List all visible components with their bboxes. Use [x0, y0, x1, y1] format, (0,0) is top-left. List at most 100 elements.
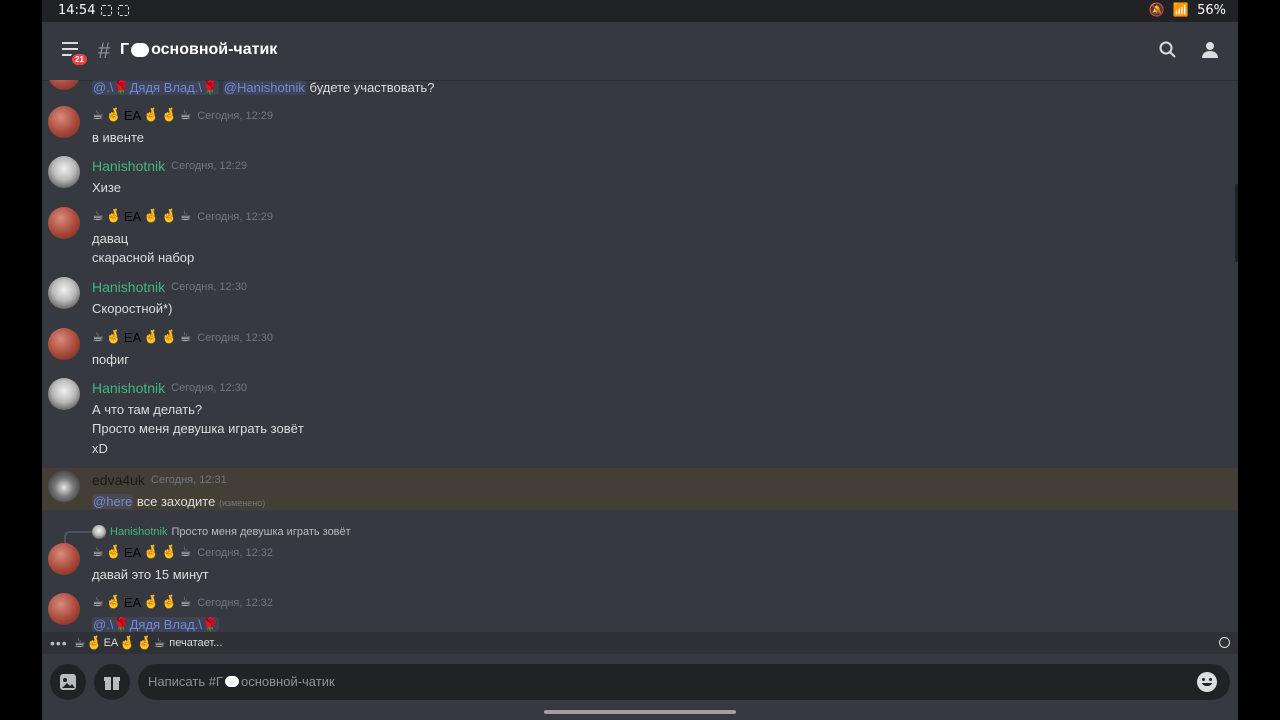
avatar[interactable] — [48, 106, 80, 138]
avatar[interactable] — [48, 156, 80, 188]
avatar[interactable] — [48, 328, 80, 360]
coffee-emoji-icon: ☕ — [73, 635, 86, 651]
fingers-crossed-emoji-icon: 🤞 — [143, 330, 160, 345]
message-text: будете участвовать? — [309, 80, 435, 95]
speech-bubble-icon — [131, 43, 150, 57]
wifi-icon: 📶 — [1172, 3, 1190, 18]
username[interactable]: Hanishotnik — [92, 158, 165, 174]
mention[interactable]: @.\🌹Дядя Влад.\🌹 — [92, 80, 220, 95]
channel-prefix: Г — [120, 41, 130, 58]
fingers-crossed-emoji-icon: 🤞 — [143, 209, 160, 224]
fingers-crossed-emoji-icon: 🤞 — [161, 330, 178, 345]
avatar[interactable] — [48, 80, 80, 90]
username-text: EA — [123, 330, 142, 345]
fingers-crossed-emoji-icon: 🤞 — [105, 595, 122, 610]
fingers-crossed-emoji-icon: 🤞 — [105, 545, 122, 560]
message-text: Просто меня девушка играть зовёт — [92, 421, 304, 436]
timestamp: Сегодня, 12:29 — [197, 109, 274, 122]
fingers-crossed-emoji-icon: 🤞 — [161, 108, 178, 123]
clock: 14:54 — [58, 3, 96, 18]
fingers-crossed-emoji-icon: 🤞 — [105, 108, 122, 123]
avatar[interactable] — [48, 207, 80, 239]
typing-username: ☕ 🤞 EA 🤞 🤞 ☕ — [74, 636, 166, 651]
emoji-picker-icon[interactable] — [1196, 671, 1218, 693]
mention[interactable]: @Hanishotnik — [222, 80, 306, 95]
avatar[interactable] — [48, 277, 80, 309]
channel-header: 21 # Г основной-чатик — [42, 22, 1238, 81]
mute-icon: 🔕 — [1148, 3, 1165, 18]
speech-bubble-icon — [224, 676, 239, 687]
search-icon[interactable] — [1158, 40, 1178, 60]
timestamp: Сегодня, 12:30 — [171, 382, 247, 394]
discord-app: 21 # Г основной-чатик @.\🌹Дядя Влад.\🌹 @… — [42, 22, 1238, 720]
avatar[interactable] — [48, 593, 80, 625]
fingers-crossed-emoji-icon: 🤞 — [105, 330, 122, 345]
message-text: все заходите — [136, 494, 216, 509]
coffee-emoji-icon: ☕ — [153, 635, 166, 651]
gift-button[interactable] — [94, 664, 130, 700]
username[interactable]: ☕ 🤞 EA 🤞 🤞 ☕ — [92, 209, 191, 224]
unread-badge: 21 — [70, 52, 89, 67]
typing-dots-icon: ••• — [50, 635, 68, 651]
username[interactable]: ☕ 🤞 EA 🤞 🤞 ☕ — [92, 595, 191, 610]
username[interactable]: ☕ 🤞 EA 🤞 🤞 ☕ — [92, 330, 191, 345]
channel-title[interactable]: Г основной-чатик — [120, 41, 277, 59]
fingers-crossed-emoji-icon: 🤞 — [143, 108, 160, 123]
slowmode-timer-icon[interactable] — [1219, 637, 1230, 648]
coffee-emoji-icon: ☕ — [92, 330, 104, 345]
username-text: EA — [123, 108, 142, 123]
reply-text: Просто меня девушка играть зовёт — [171, 526, 351, 538]
avatar[interactable] — [48, 543, 80, 575]
hamburger-icon — [62, 42, 78, 44]
home-indicator[interactable] — [544, 710, 736, 714]
username[interactable]: ☕ 🤞 EA 🤞 🤞 ☕ — [92, 108, 191, 123]
menu-button[interactable]: 21 — [62, 42, 89, 67]
coffee-emoji-icon: ☕ — [92, 595, 104, 610]
avatar — [92, 525, 106, 539]
screen-record-icon — [101, 5, 113, 16]
system-status-bar: 14:54 🔕 📶 56% — [42, 0, 1238, 22]
fingers-crossed-emoji-icon: 🤞 — [136, 635, 153, 651]
coffee-emoji-icon: ☕ — [179, 209, 192, 224]
username[interactable]: ☕ 🤞 EA 🤞 🤞 ☕ — [92, 545, 191, 560]
typing-indicator: ••• ☕ 🤞 EA 🤞 🤞 ☕ печатает... — [42, 632, 1238, 654]
coffee-emoji-icon: ☕ — [179, 545, 192, 560]
timestamp: Сегодня, 12:29 — [197, 210, 274, 223]
message-text: пофиг — [92, 352, 129, 367]
members-icon[interactable] — [1200, 40, 1220, 60]
username-text: EA — [123, 545, 142, 560]
placeholder-prefix: Написать #Г — [148, 674, 223, 689]
attach-image-button[interactable] — [50, 664, 86, 700]
username-text: EA — [123, 595, 142, 610]
coffee-emoji-icon: ☕ — [179, 595, 192, 610]
message-text: xD — [92, 441, 108, 456]
timestamp: Сегодня, 12:30 — [171, 281, 247, 293]
reply-reference[interactable]: Hanishotnik Просто меня девушка играть з… — [92, 525, 351, 539]
coffee-emoji-icon: ☕ — [92, 209, 104, 224]
battery-level: 56% — [1197, 3, 1226, 18]
scrollbar[interactable] — [1235, 184, 1238, 262]
username[interactable]: Hanishotnik — [92, 279, 165, 295]
gift-icon — [104, 677, 120, 690]
mention[interactable]: @.\🌹Дядя Влад.\🌹 — [92, 617, 220, 632]
coffee-emoji-icon: ☕ — [92, 108, 104, 123]
message-list[interactable]: @.\🌹Дядя Влад.\🌹 @Hanishotnik будете уча… — [42, 80, 1238, 632]
message-text: А что там делать? — [92, 402, 203, 417]
placeholder-channel: основной-чатик — [240, 674, 335, 689]
timestamp: Сегодня, 12:32 — [197, 546, 274, 559]
message-text: давай это 15 минут — [92, 567, 209, 582]
message-input[interactable]: Написать #Г основной-чатик — [138, 664, 1230, 700]
fingers-crossed-emoji-icon: 🤞 — [161, 209, 178, 224]
image-icon — [60, 674, 76, 690]
username[interactable]: Hanishotnik — [92, 380, 165, 396]
fingers-crossed-emoji-icon: 🤞 — [86, 635, 103, 651]
coffee-emoji-icon: ☕ — [179, 108, 192, 123]
avatar[interactable] — [48, 378, 80, 410]
coffee-emoji-icon: ☕ — [179, 330, 192, 345]
mention[interactable]: @here — [92, 494, 134, 509]
hamburger-icon-bar — [62, 48, 78, 50]
typing-text: печатает... — [169, 637, 223, 649]
avatar[interactable] — [48, 470, 80, 502]
username[interactable]: edva4uk — [92, 472, 145, 488]
username-text: EA — [123, 209, 142, 224]
